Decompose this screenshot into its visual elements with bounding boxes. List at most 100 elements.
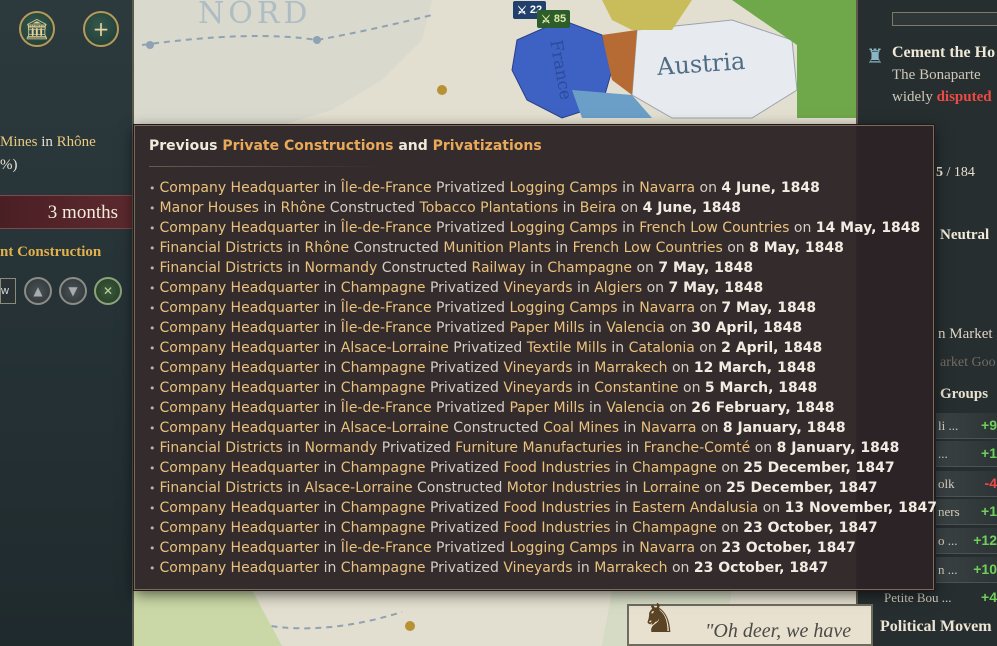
- target-state: Champagne: [632, 460, 717, 476]
- on-word: on: [721, 520, 739, 536]
- actor-building: Company Headquarter: [159, 420, 320, 436]
- count-value: 5: [936, 165, 943, 180]
- target-state: Champagne: [547, 260, 633, 276]
- political-movements-header[interactable]: Political Movem: [880, 618, 992, 636]
- interest-group-row[interactable]: olk -4: [936, 471, 997, 497]
- in-word: in: [614, 520, 628, 536]
- construction-type-label: nt Construction: [0, 244, 102, 260]
- action-verb: Privatized: [436, 180, 505, 196]
- target-state: Navarra: [639, 540, 696, 556]
- move-up-button[interactable]: ▲: [24, 277, 52, 305]
- bullet-icon: •: [149, 342, 156, 355]
- action-verb: Privatized: [429, 460, 499, 476]
- actor-state: Île-de-France: [340, 220, 432, 236]
- market-label[interactable]: n Market: [938, 326, 993, 343]
- interest-group-row[interactable]: o ... +12: [936, 528, 997, 554]
- history-entry: • Company Headquarter in Champagne Privat…: [149, 558, 937, 578]
- building-button[interactable]: 🏛: [19, 11, 55, 47]
- history-entry: • Company Headquarter in Champagne Privat…: [149, 378, 937, 398]
- notification-card[interactable]: ♞ "Oh deer, we have: [627, 596, 873, 646]
- target-state: Constantine: [594, 380, 679, 396]
- history-entry: • Company Headquarter in Île-de-France Pr…: [149, 398, 937, 418]
- history-entry: • Company Headquarter in Champagne Privat…: [149, 518, 937, 538]
- interest-group-name: Petite Bou ...: [884, 590, 952, 605]
- neutral-label[interactable]: Neutral: [940, 227, 989, 244]
- action-verb: Constructed: [353, 240, 439, 256]
- target-state: Eastern Andalusia: [632, 500, 759, 516]
- on-word: on: [793, 220, 812, 236]
- journal-entry[interactable]: ♜ Cement the Ho The Bonaparte widely dis…: [858, 36, 997, 116]
- deer-icon: ♞: [641, 596, 677, 642]
- in-word: in: [589, 320, 602, 336]
- army-badge[interactable]: ⚔ 85: [537, 10, 571, 28]
- plus-icon: +: [92, 17, 110, 41]
- target-state: Franche-Comté: [643, 440, 751, 456]
- actor-building: Financial Districts: [159, 440, 283, 456]
- actor-building: Company Headquarter: [159, 360, 320, 376]
- in-word: in: [263, 200, 277, 216]
- interest-groups-header[interactable]: Groups: [940, 386, 988, 403]
- interest-group-row[interactable]: Petite Bou ... +4: [884, 589, 997, 606]
- in-word: in: [577, 560, 590, 576]
- actor-building: Company Headquarter: [159, 320, 320, 336]
- journal-entry-text: The Bonaparte: [892, 67, 981, 83]
- action-verb: Constructed: [417, 480, 503, 496]
- history-entry: • Company Headquarter in Alsace-Lorraine …: [149, 338, 937, 358]
- target-building: Vineyards: [503, 360, 573, 376]
- history-entry: • Financial Districts in Normandy Privati…: [149, 438, 937, 458]
- on-word: on: [671, 560, 690, 576]
- in-word: in: [323, 560, 337, 576]
- bullet-icon: •: [149, 442, 156, 455]
- cancel-construction-button[interactable]: ✕: [94, 277, 122, 305]
- bullet-icon: •: [149, 522, 156, 535]
- action-verb: Privatized: [436, 400, 505, 416]
- entry-date: 23 October, 1847: [743, 520, 878, 536]
- in-word: in: [611, 340, 625, 356]
- bullet-icon: •: [149, 542, 156, 555]
- interest-group-row[interactable]: ... +1: [936, 441, 997, 467]
- interest-group-row[interactable]: ners +1: [936, 499, 997, 525]
- in-word: in: [287, 260, 301, 276]
- actor-state: Île-de-France: [340, 300, 432, 316]
- target-state: Navarra: [639, 180, 696, 196]
- move-down-button[interactable]: ▼: [59, 277, 87, 305]
- in-word: in: [323, 420, 337, 436]
- queue-select[interactable]: w: [0, 278, 16, 304]
- on-word: on: [646, 280, 665, 296]
- history-entry: • Financial Districts in Normandy Constru…: [149, 258, 937, 278]
- interest-group-name: n ...: [938, 562, 958, 577]
- tooltip-title: Previous Private Constructions and Priva…: [149, 138, 542, 154]
- interest-group-row[interactable]: li ... +9: [936, 413, 997, 439]
- entry-date: 23 October, 1847: [721, 540, 856, 556]
- on-word: on: [700, 420, 719, 436]
- bullet-icon: •: [149, 282, 156, 295]
- target-building: Food Industries: [503, 520, 611, 536]
- interest-group-value: -4: [984, 475, 997, 491]
- interest-group-row[interactable]: n ... +10: [936, 557, 997, 583]
- in-word: in: [622, 220, 635, 236]
- interest-group-name: o ...: [938, 533, 958, 548]
- target-building: Logging Camps: [509, 540, 618, 556]
- target-building: Motor Industries: [506, 480, 621, 496]
- action-verb: Privatized: [436, 300, 505, 316]
- target-state: French Low Countries: [572, 240, 723, 256]
- history-entry: • Company Headquarter in Île-de-France Pr…: [149, 298, 937, 318]
- in-word: in: [625, 480, 639, 496]
- action-verb: Privatized: [429, 280, 499, 296]
- progress-bar: [892, 12, 997, 26]
- on-word: on: [699, 540, 717, 556]
- history-entry: • Company Headquarter in Île-de-France Pr…: [149, 218, 937, 238]
- entry-date: 25 December, 1847: [743, 460, 895, 476]
- bullet-icon: •: [149, 262, 156, 275]
- construction-panel: 🏛 + Mines in Rhône %) 3 months nt Constr…: [0, 0, 134, 646]
- on-word: on: [727, 240, 745, 256]
- bullet-icon: •: [149, 482, 156, 495]
- construction-history-list: • Company Headquarter in Île-de-France Pr…: [149, 178, 937, 578]
- on-word: on: [704, 480, 722, 496]
- actor-building: Company Headquarter: [159, 400, 320, 416]
- entry-date: 12 March, 1848: [693, 360, 816, 376]
- entry-date: 23 October, 1847: [693, 560, 829, 576]
- entry-date: 7 May, 1848: [658, 260, 754, 276]
- add-construction-button[interactable]: +: [83, 11, 119, 47]
- target-state: French Low Countries: [639, 220, 790, 236]
